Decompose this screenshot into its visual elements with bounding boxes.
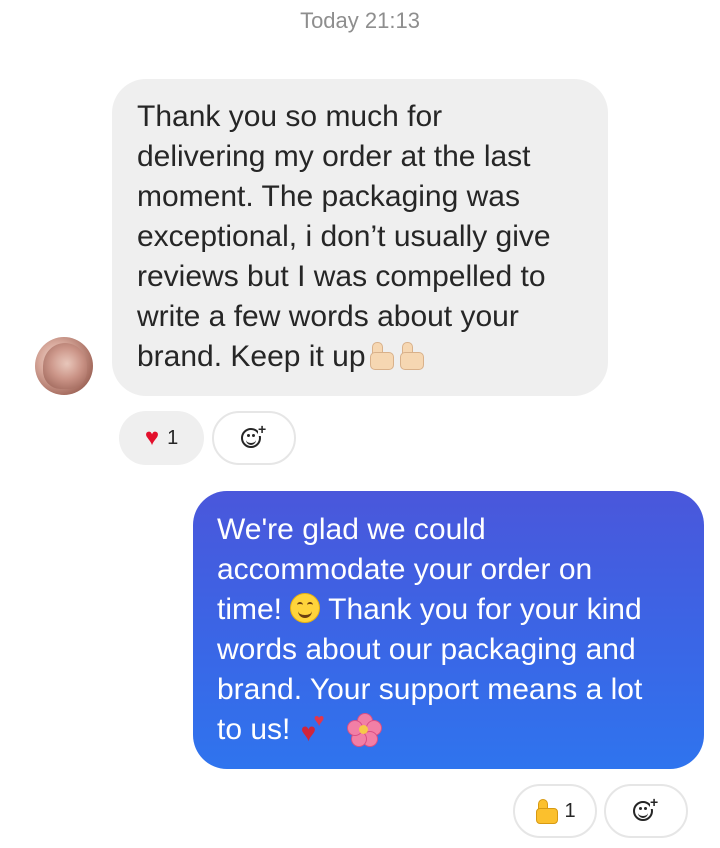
hibiscus-emoji-icon: [347, 713, 383, 747]
add-reaction-icon: +: [633, 795, 659, 824]
two-hearts-emoji-icon: ♥ ♥: [300, 710, 325, 747]
thumbs-up-reaction-pill[interactable]: 1: [513, 784, 597, 838]
thumbs-up-emoji-icon: [396, 340, 426, 370]
thumbs-up-emoji-icon: [366, 340, 396, 370]
sender-avatar[interactable]: [35, 337, 93, 395]
outgoing-message-text: We're glad we could accommodate your ord…: [217, 513, 643, 747]
reaction-count: 1: [167, 426, 179, 449]
message-timestamp: Today 21:13: [300, 8, 420, 33]
add-reaction-button[interactable]: +: [604, 784, 688, 838]
thumbs-up-icon: [534, 798, 559, 824]
incoming-message-bubble[interactable]: Thank you so much for delivering my orde…: [112, 79, 608, 396]
reaction-count: 1: [564, 799, 576, 822]
heart-reaction-pill[interactable]: ♥ 1: [119, 411, 204, 465]
smiling-face-emoji-icon: [290, 593, 321, 623]
add-reaction-icon: +: [241, 422, 267, 451]
outgoing-message-bubble[interactable]: We're glad we could accommodate your ord…: [193, 491, 704, 769]
incoming-message-text: Thank you so much for delivering my orde…: [137, 100, 551, 373]
add-reaction-button[interactable]: +: [212, 411, 296, 465]
heart-icon: ♥: [144, 424, 160, 451]
